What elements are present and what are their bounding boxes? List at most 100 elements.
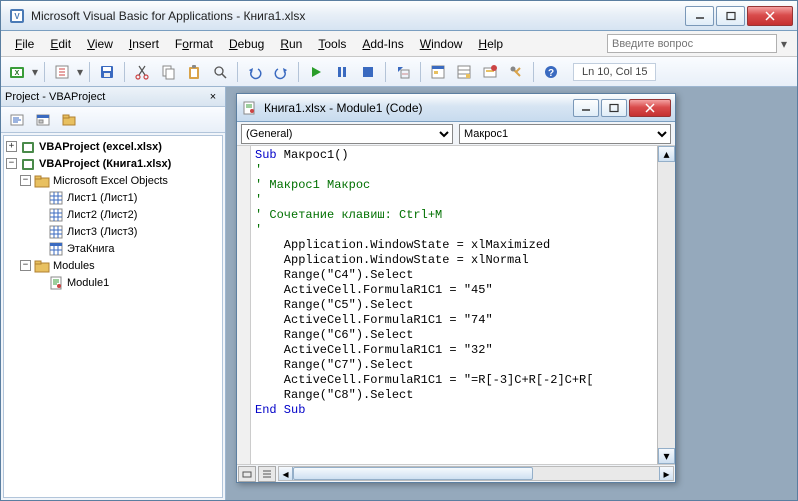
design-mode-button[interactable] [391, 60, 415, 84]
object-dropdown[interactable]: (General) [241, 124, 453, 144]
tree-label: VBAProject (Книга1.xlsx) [39, 158, 171, 170]
window-titlebar: V Microsoft Visual Basic for Application… [1, 1, 797, 31]
close-button[interactable] [747, 6, 793, 26]
menu-debug[interactable]: Debug [221, 34, 272, 54]
undo-button[interactable] [243, 60, 267, 84]
code-maximize-button[interactable] [601, 99, 627, 117]
menu-file[interactable]: File [7, 34, 42, 54]
insert-button[interactable] [50, 60, 74, 84]
tree-sheet2[interactable]: Лист2 (Лист2) [6, 206, 220, 223]
redo-button[interactable] [269, 60, 293, 84]
object-browser-button[interactable] [478, 60, 502, 84]
worksheet-icon [48, 207, 64, 223]
tree-sheet1[interactable]: Лист1 (Лист1) [6, 189, 220, 206]
tree-sheet3[interactable]: Лист3 (Лист3) [6, 223, 220, 240]
save-button[interactable] [95, 60, 119, 84]
tree-label: VBAProject (excel.xlsx) [39, 141, 162, 153]
menu-format[interactable]: Format [167, 34, 221, 54]
code-window-titlebar[interactable]: Книга1.xlsx - Module1 (Code) [237, 94, 675, 122]
copy-button[interactable] [156, 60, 180, 84]
project-icon [20, 139, 36, 155]
procedure-view-button[interactable] [238, 466, 256, 482]
project-tree[interactable]: + VBAProject (excel.xlsx) − VBAProject (… [3, 135, 223, 498]
toolbox-button[interactable] [504, 60, 528, 84]
menu-view[interactable]: View [79, 34, 121, 54]
menu-help[interactable]: Help [470, 34, 511, 54]
procedure-dropdown[interactable]: Макрос1 [459, 124, 671, 144]
collapse-icon[interactable]: − [20, 175, 31, 186]
svg-text:?: ? [548, 68, 554, 79]
help-button[interactable]: ? [539, 60, 563, 84]
code-margin[interactable] [237, 146, 251, 464]
project-explorer-pane: Project - VBAProject × + VBAProject (exc… [1, 87, 226, 500]
project-pane-titlebar: Project - VBAProject × [1, 87, 225, 107]
code-vertical-scrollbar[interactable]: ▴ ▾ [657, 146, 675, 464]
full-module-view-button[interactable] [258, 466, 276, 482]
cut-button[interactable] [130, 60, 154, 84]
view-object-button[interactable] [31, 108, 55, 132]
workbook-icon [48, 241, 64, 257]
tree-label: Modules [53, 260, 95, 272]
tree-module1[interactable]: Module1 [6, 274, 220, 291]
folder-icon [34, 258, 50, 274]
code-window-footer: ◂ ▸ [237, 464, 675, 482]
scroll-right-icon[interactable]: ▸ [659, 467, 673, 480]
paste-button[interactable] [182, 60, 206, 84]
menu-window[interactable]: Window [412, 34, 471, 54]
help-search-dropdown-icon[interactable]: ▾ [777, 37, 791, 51]
tree-label: Лист2 (Лист2) [67, 209, 137, 221]
view-code-button[interactable] [5, 108, 29, 132]
menu-edit[interactable]: Edit [42, 34, 79, 54]
menu-bar: File Edit View Insert Format Debug Run T… [1, 31, 797, 57]
tree-thisworkbook[interactable]: ЭтаКнига [6, 240, 220, 257]
toggle-folders-button[interactable] [57, 108, 81, 132]
code-horizontal-scrollbar[interactable]: ◂ ▸ [278, 466, 674, 481]
vba-app-icon: V [9, 8, 25, 24]
project-explorer-button[interactable] [426, 60, 450, 84]
scroll-left-icon[interactable]: ◂ [279, 467, 293, 480]
tree-project-excel[interactable]: + VBAProject (excel.xlsx) [6, 138, 220, 155]
collapse-icon[interactable]: − [20, 260, 31, 271]
reset-button[interactable] [356, 60, 380, 84]
minimize-button[interactable] [685, 6, 714, 26]
svg-text:V: V [14, 12, 20, 21]
menu-tools[interactable]: Tools [310, 34, 354, 54]
maximize-button[interactable] [716, 6, 745, 26]
scroll-down-icon[interactable]: ▾ [658, 448, 675, 464]
standard-toolbar: X ▾ ▾ ? Ln 10, Col 15 [1, 57, 797, 87]
menu-insert[interactable]: Insert [121, 34, 167, 54]
find-button[interactable] [208, 60, 232, 84]
menu-run[interactable]: Run [272, 34, 310, 54]
view-excel-dropdown[interactable]: ▾ [31, 65, 39, 79]
menu-addins[interactable]: Add-Ins [354, 34, 411, 54]
view-excel-button[interactable]: X [5, 60, 29, 84]
tree-label: Microsoft Excel Objects [53, 175, 168, 187]
scroll-up-icon[interactable]: ▴ [658, 146, 675, 162]
code-window: Книга1.xlsx - Module1 (Code) (General) М… [236, 93, 676, 483]
tree-label: ЭтаКнига [67, 243, 114, 255]
help-search-input[interactable] [607, 34, 777, 53]
properties-button[interactable] [452, 60, 476, 84]
project-pane-toolbar [1, 107, 225, 133]
tree-folder-modules[interactable]: − Modules [6, 257, 220, 274]
project-pane-close-icon[interactable]: × [205, 89, 221, 105]
code-close-button[interactable] [629, 99, 671, 117]
insert-dropdown[interactable]: ▾ [76, 65, 84, 79]
code-minimize-button[interactable] [573, 99, 599, 117]
window-title: Microsoft Visual Basic for Applications … [31, 9, 683, 23]
project-icon [20, 156, 36, 172]
code-editor[interactable]: Sub Макрос1() ' ' Макрос1 Макрос ' ' Соч… [251, 146, 657, 464]
tree-folder-excel-objects[interactable]: − Microsoft Excel Objects [6, 172, 220, 189]
break-button[interactable] [330, 60, 354, 84]
tree-project-kniga1[interactable]: − VBAProject (Книга1.xlsx) [6, 155, 220, 172]
module-icon [48, 275, 64, 291]
module-icon [241, 100, 257, 116]
mdi-area: Книга1.xlsx - Module1 (Code) (General) М… [226, 87, 797, 500]
folder-icon [34, 173, 50, 189]
worksheet-icon [48, 224, 64, 240]
expand-icon[interactable]: + [6, 141, 17, 152]
scroll-thumb[interactable] [293, 467, 533, 480]
collapse-icon[interactable]: − [6, 158, 17, 169]
code-window-title: Книга1.xlsx - Module1 (Code) [264, 101, 571, 115]
run-button[interactable] [304, 60, 328, 84]
